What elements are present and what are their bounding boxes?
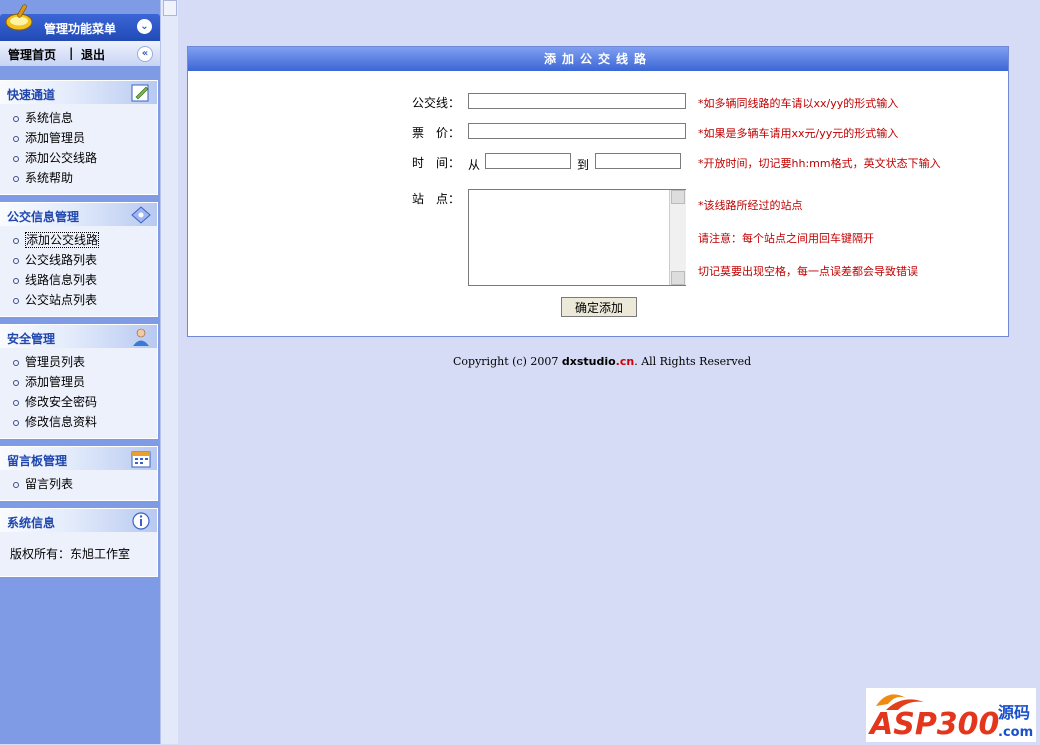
- panel-header: 安全管理: [0, 325, 157, 348]
- line-hint: *如多辆同线路的车请以xx/yy的形式输入: [698, 97, 899, 110]
- menu-item-add-admin[interactable]: 添加管理员: [0, 128, 157, 148]
- panel-title: 快速通道: [7, 88, 56, 102]
- panel-title: 安全管理: [7, 332, 56, 346]
- stops-scrollbar[interactable]: [669, 190, 686, 285]
- menu-item-add-bus-line[interactable]: 添加公交线路: [0, 148, 157, 168]
- price-hint: *如果是多辆车请用xx元/yy元的形式输入: [698, 127, 899, 140]
- panel-title: 留言板管理: [7, 454, 68, 468]
- flame-icon: ASP300 源码 .com: [868, 694, 1033, 742]
- watermark-cn: 源码: [998, 703, 1030, 722]
- collapse-menu-icon[interactable]: ⌄: [137, 19, 152, 34]
- panel-header: 系统信息: [0, 509, 157, 532]
- logout-link[interactable]: 退出: [81, 46, 105, 63]
- menu-item-system-info[interactable]: 系统信息: [0, 108, 157, 128]
- panel-title: 公交信息管理: [7, 210, 80, 224]
- nav-separator: |: [69, 46, 74, 60]
- line-input[interactable]: [468, 93, 686, 109]
- panel-header: 公交信息管理: [0, 203, 157, 226]
- panel-security: 安全管理 管理员列表 添加管理员 修改安全密码 修改信息资料: [0, 324, 158, 439]
- menu-item-admin-list[interactable]: 管理员列表: [0, 352, 157, 372]
- scroll-up-arrow[interactable]: [671, 190, 685, 204]
- submit-button[interactable]: 确定添加: [561, 297, 637, 317]
- menu-item-change-password[interactable]: 修改安全密码: [0, 392, 157, 412]
- price-label: 票 价：: [412, 126, 461, 140]
- time-from-label: 从: [468, 158, 481, 172]
- user-icon: [133, 328, 149, 346]
- stops-hint: *该线路所经过的站点: [698, 199, 803, 212]
- time-hint: *开放时间，切记要hh:mm格式，英文状态下输入: [698, 157, 941, 170]
- panel-system-info: 系统信息 版权所有：东旭工作室: [0, 508, 158, 577]
- line-label: 公交线：: [412, 96, 461, 110]
- copyright-owner: 版权所有：东旭工作室: [10, 547, 131, 561]
- info-icon: [132, 512, 150, 530]
- stops-note-2: 切记莫要出现空格，每一点误差都会导致错误: [698, 265, 918, 278]
- back-icon[interactable]: «: [137, 46, 153, 62]
- scroll-down-arrow[interactable]: [671, 271, 685, 285]
- scrollbar-gutter: [160, 0, 178, 744]
- time-to-label: 到: [577, 158, 590, 172]
- copyright-prefix: Copyright (c) 2007: [453, 355, 562, 368]
- edit-icon: [131, 84, 149, 102]
- menu-item-bus-line-list[interactable]: 公交线路列表: [0, 250, 157, 270]
- add-bus-line-form: 添加公交线路 公交线： *如多辆同线路的车请以xx/yy的形式输入 票 价： *…: [187, 46, 1009, 337]
- panel-title: 系统信息: [7, 516, 56, 530]
- menu-item-message-list[interactable]: 留言列表: [0, 474, 157, 494]
- menu-item-add-bus-line[interactable]: 添加公交线路: [0, 230, 157, 250]
- stops-note-1: 请注意：每个站点之间用回车键隔开: [698, 232, 874, 245]
- diamond-icon: [131, 206, 151, 224]
- time-label: 时 间：: [412, 156, 461, 170]
- menu-item-add-admin[interactable]: 添加管理员: [0, 372, 157, 392]
- logo-icon: [5, 4, 33, 31]
- menu-item-edit-profile[interactable]: 修改信息资料: [0, 412, 157, 432]
- watermark-tld: .com: [998, 725, 1033, 740]
- copyright-tld: .cn: [615, 355, 635, 368]
- watermark-text: ASP300: [868, 707, 999, 742]
- menu-header: 管理功能菜单 ⌄: [0, 4, 160, 41]
- copyright-brand: dxstudio: [561, 355, 616, 368]
- panel-quick-access: 快速通道 系统信息 添加管理员 添加公交线路 系统帮助: [0, 80, 158, 195]
- price-input[interactable]: [468, 123, 686, 139]
- panel-bus-info: 公交信息管理 添加公交线路 公交线路列表 线路信息列表 公交站点列表: [0, 202, 158, 317]
- stops-label: 站 点：: [412, 192, 461, 206]
- menu-item-line-info-list[interactable]: 线路信息列表: [0, 270, 157, 290]
- panel-header: 留言板管理: [0, 447, 157, 470]
- stops-textarea[interactable]: [468, 189, 686, 286]
- scrollbar-thumb[interactable]: [163, 0, 177, 16]
- menu-item-system-help[interactable]: 系统帮助: [0, 168, 157, 188]
- form-title: 添加公交线路: [188, 47, 1008, 71]
- home-link[interactable]: 管理首页: [8, 46, 56, 63]
- top-nav: 管理首页 | 退出 «: [0, 41, 160, 66]
- time-to-input[interactable]: [595, 153, 681, 169]
- panel-header: 快速通道: [0, 81, 157, 104]
- calendar-icon: [131, 451, 151, 468]
- watermark-logo: ASP300 源码 .com: [866, 688, 1036, 742]
- time-from-input[interactable]: [485, 153, 571, 169]
- menu-title: 管理功能菜单: [44, 22, 117, 36]
- menu-item-bus-stop-list[interactable]: 公交站点列表: [0, 290, 157, 310]
- copyright-suffix: . All Rights Reserved: [634, 355, 752, 368]
- sidebar: 管理功能菜单 ⌄ 管理首页 | 退出 « 快速通道 系统信息 添加管理员 添加公…: [0, 0, 160, 744]
- copyright-footer: Copyright (c) 2007 dxstudio.cn. All Righ…: [453, 355, 751, 368]
- panel-guestbook: 留言板管理 留言列表: [0, 446, 158, 501]
